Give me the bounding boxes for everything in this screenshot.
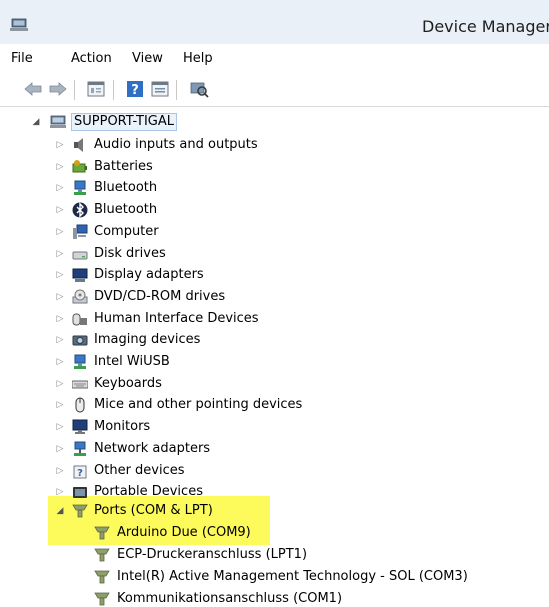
category-label[interactable]: Batteries [94, 159, 153, 175]
forward-icon[interactable] [48, 80, 68, 98]
menu-action[interactable]: Action [71, 51, 112, 66]
mouse-icon [75, 397, 85, 413]
expand-icon[interactable]: ▷ [55, 352, 65, 373]
collapse-icon[interactable]: ◢ [55, 501, 65, 522]
network-device-icon [74, 354, 86, 369]
port-device-label[interactable]: Kommunikationsanschluss (COM1) [117, 591, 342, 607]
category-label[interactable]: Bluetooth [94, 202, 157, 218]
optical-drive-icon [72, 289, 88, 304]
expand-icon[interactable]: ▷ [55, 417, 65, 438]
port-icon [94, 570, 110, 584]
expand-icon[interactable]: ▷ [55, 482, 65, 503]
scan-hardware-icon[interactable] [189, 80, 209, 98]
category-label[interactable]: Mice and other pointing devices [94, 397, 302, 413]
port-icon [94, 592, 110, 606]
expand-icon[interactable]: ▷ [55, 244, 65, 265]
expand-icon[interactable]: ▷ [55, 395, 65, 416]
expand-icon[interactable]: ▷ [55, 374, 65, 395]
computer-root-icon [50, 115, 66, 128]
category-label[interactable]: Bluetooth [94, 180, 157, 196]
toolbar-separator [74, 80, 75, 100]
category-label[interactable]: Display adapters [94, 267, 204, 283]
category-label[interactable]: Monitors [94, 419, 150, 435]
menu-help[interactable]: Help [183, 51, 213, 66]
menu-view[interactable]: View [132, 51, 163, 66]
category-label[interactable]: Intel WiUSB [94, 354, 170, 370]
expand-icon[interactable]: ▷ [55, 461, 65, 482]
tree-root-label[interactable]: SUPPORT-TIGAL [71, 113, 177, 131]
monitor-icon [72, 419, 88, 434]
computer-icon [73, 224, 88, 239]
category-label[interactable]: Network adapters [94, 441, 210, 457]
category-ports-label[interactable]: Ports (COM & LPT) [94, 503, 213, 519]
portable-device-icon [73, 487, 87, 498]
svg-text:?: ? [131, 83, 139, 98]
expand-icon[interactable]: ▷ [55, 178, 65, 199]
svg-text:?: ? [77, 468, 83, 479]
battery-icon [72, 160, 87, 173]
category-label[interactable]: Human Interface Devices [94, 311, 259, 327]
expand-icon[interactable]: ▷ [55, 135, 65, 156]
disk-drive-icon [72, 251, 88, 260]
expand-icon[interactable]: ▷ [55, 330, 65, 351]
update-driver-icon[interactable] [150, 80, 170, 98]
port-device-label[interactable]: Arduino Due (COM9) [117, 525, 251, 541]
category-label[interactable]: Imaging devices [94, 332, 200, 348]
category-label[interactable]: Disk drives [94, 246, 166, 262]
speaker-icon [74, 138, 83, 152]
device-manager-app-icon[interactable] [10, 18, 28, 32]
network-device-icon [74, 180, 86, 195]
help-icon[interactable]: ? [125, 80, 145, 98]
back-icon[interactable] [23, 80, 43, 98]
toolbar-separator [176, 80, 177, 100]
category-label[interactable]: Computer [94, 224, 159, 240]
toolbar [0, 74, 549, 107]
menu-file[interactable]: File [11, 51, 33, 66]
collapse-icon[interactable]: ◢ [31, 112, 41, 133]
window-title: Device Manager [422, 17, 549, 36]
port-icon [94, 548, 110, 562]
category-label[interactable]: DVD/CD-ROM drives [94, 289, 225, 305]
expand-icon[interactable]: ▷ [55, 287, 65, 308]
display-adapter-icon [72, 268, 88, 282]
properties-icon[interactable] [86, 80, 106, 98]
port-device-label[interactable]: Intel(R) Active Management Technology - … [117, 569, 468, 585]
expand-icon[interactable]: ▷ [55, 200, 65, 221]
expand-icon[interactable]: ▷ [55, 439, 65, 460]
network-adapter-icon [74, 441, 86, 456]
category-label[interactable]: Keyboards [94, 376, 162, 392]
expand-icon[interactable]: ▷ [55, 157, 65, 178]
unknown-device-icon: ? [73, 465, 87, 479]
expand-icon[interactable]: ▷ [55, 222, 65, 243]
expand-icon[interactable]: ▷ [55, 309, 65, 330]
camera-icon [72, 335, 88, 346]
category-label[interactable]: Audio inputs and outputs [94, 137, 258, 153]
port-icon [94, 526, 110, 540]
keyboard-icon [72, 380, 88, 389]
expand-icon[interactable]: ▷ [55, 265, 65, 286]
toolbar-separator [113, 80, 114, 100]
port-device-label[interactable]: ECP-Druckeranschluss (LPT1) [117, 547, 307, 563]
port-icon [72, 504, 88, 518]
category-label[interactable]: Portable Devices [94, 484, 203, 500]
bluetooth-icon [72, 202, 88, 218]
hid-icon [72, 313, 87, 326]
category-label[interactable]: Other devices [94, 463, 185, 479]
